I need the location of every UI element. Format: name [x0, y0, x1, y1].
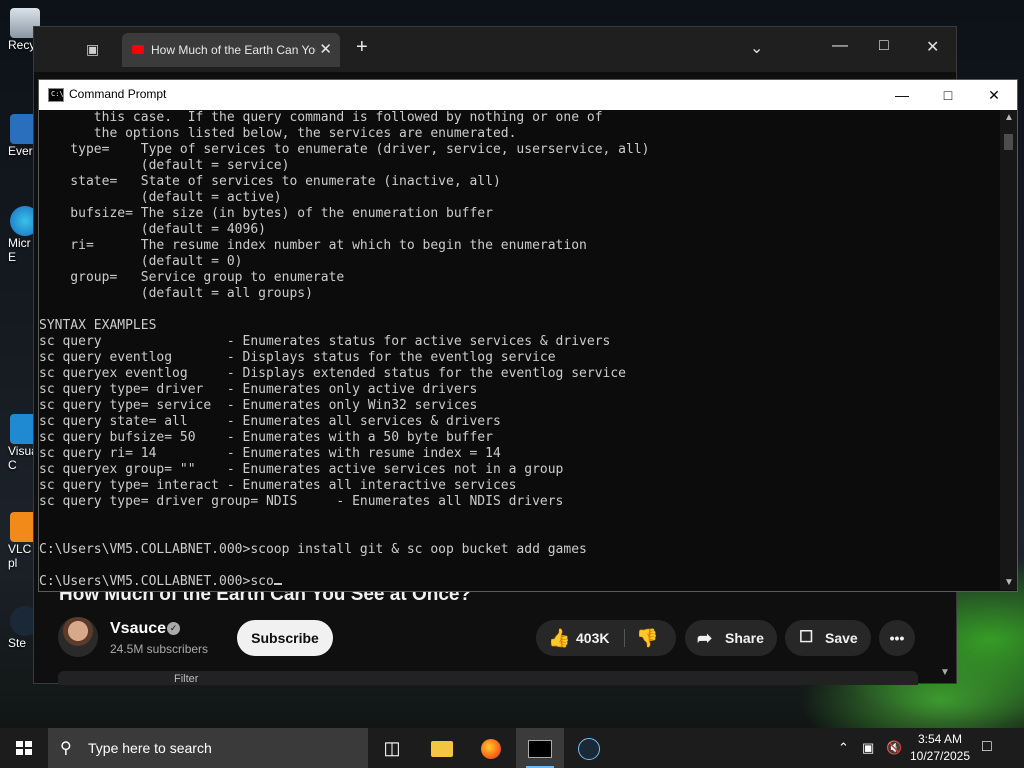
system-clock[interactable]: 3:54 AM 10/27/2025 [905, 731, 975, 765]
search-icon: ⚲ [60, 740, 72, 757]
taskbar-file-explorer[interactable] [418, 728, 466, 768]
channel-name[interactable]: Vsauce [110, 620, 166, 638]
clock-time: 3:54 AM [917, 732, 963, 746]
task-view-button[interactable]: ◫ [368, 728, 416, 768]
taskbar-command-prompt[interactable] [516, 728, 564, 768]
cmd-window-title: Command Prompt [69, 87, 167, 101]
taskbar-firefox[interactable] [467, 728, 515, 768]
folder-icon [431, 741, 453, 758]
like-count[interactable]: 403K [576, 620, 609, 656]
save-label: Save [825, 630, 858, 646]
new-tab-button[interactable]: + [356, 36, 368, 59]
cmd-maximize-button[interactable]: □ [925, 80, 971, 110]
steam-icon [578, 738, 600, 761]
browser-tab-youtube[interactable]: How Much of the Earth Can You ✕ [122, 33, 340, 67]
browser-minimize-button[interactable]: — [832, 37, 848, 55]
subscribe-button[interactable]: Subscribe [237, 620, 333, 656]
notification-center-icon[interactable]: □ [982, 738, 992, 756]
youtube-favicon-icon [132, 45, 144, 54]
share-arrow-icon: ➦ [697, 628, 713, 648]
firefox-icon [481, 739, 501, 760]
taskbar: ⚲ Type here to search ◫ ⌃ ▣ 🔇 3:54 AM 10… [0, 728, 1024, 768]
bookmark-icon: ☐ [799, 629, 814, 646]
prompt-text: C:\Users\VM5.COLLABNET.000>sco [39, 574, 274, 589]
browser-close-button[interactable]: ✕ [926, 37, 939, 57]
like-divider [624, 629, 625, 647]
taskbar-search-box[interactable]: ⚲ Type here to search [48, 728, 368, 768]
tab-list-chevron-icon[interactable]: ⌄ [750, 38, 763, 58]
scroll-down-chevron-icon[interactable]: ▼ [940, 667, 950, 678]
save-button[interactable]: ☐ Save [785, 620, 871, 656]
cmd-close-button[interactable]: ✕ [971, 80, 1017, 110]
verified-check-icon: ✓ [167, 622, 180, 635]
share-label: Share [725, 630, 764, 646]
start-button[interactable] [0, 728, 48, 768]
browser-maximize-button[interactable]: □ [879, 37, 889, 55]
scroll-down-arrow-icon[interactable]: ▼ [1004, 577, 1014, 588]
volume-muted-icon[interactable]: 🔇 [886, 728, 902, 768]
tab-title: How Much of the Earth Can You [151, 43, 316, 57]
channel-avatar[interactable] [58, 617, 98, 657]
command-prompt-window[interactable]: C:\ Command Prompt — □ ✕ this case. If t… [38, 79, 1018, 592]
terminal-icon [528, 740, 552, 759]
filter-label[interactable]: Filter [174, 673, 198, 685]
scrollbar-thumb[interactable] [1004, 134, 1013, 150]
share-button[interactable]: ➦ Share [685, 620, 777, 656]
thumbs-up-icon[interactable]: 👍 [548, 620, 570, 656]
more-actions-button[interactable]: ••• [879, 620, 915, 656]
console-text: this case. If the query command is follo… [39, 110, 650, 557]
task-view-icon: ◫ [383, 738, 401, 758]
subscriber-count: 24.5M subscribers [110, 642, 209, 656]
console-output[interactable]: this case. If the query command is follo… [39, 110, 999, 590]
show-hidden-icons-chevron-icon[interactable]: ⌃ [838, 728, 849, 768]
cmd-vertical-scrollbar[interactable]: ▲ ▼ [1000, 110, 1017, 590]
browser-tabstrip: ▣ How Much of the Earth Can You ✕ + ⌄ — … [34, 27, 956, 72]
clock-date: 10/27/2025 [909, 749, 971, 763]
search-placeholder: Type here to search [88, 740, 212, 756]
console-prompt-line[interactable]: C:\Users\VM5.COLLABNET.000>sco [39, 574, 999, 590]
cmd-minimize-button[interactable]: — [879, 80, 925, 110]
cmd-app-icon: C:\ [48, 88, 64, 102]
tab-actions-icon[interactable]: ▣ [86, 41, 104, 57]
scroll-up-arrow-icon[interactable]: ▲ [1004, 112, 1014, 123]
close-tab-icon[interactable]: ✕ [319, 40, 332, 58]
network-icon[interactable]: ▣ [862, 728, 874, 768]
like-dislike-group: 👍 403K 👎 [536, 620, 676, 656]
thumbs-down-icon[interactable]: 👎 [636, 620, 658, 656]
windows-logo-icon [16, 741, 32, 755]
cmd-titlebar[interactable]: C:\ Command Prompt — □ ✕ [39, 80, 1017, 110]
taskbar-steam[interactable] [565, 728, 613, 768]
text-cursor [273, 583, 282, 585]
